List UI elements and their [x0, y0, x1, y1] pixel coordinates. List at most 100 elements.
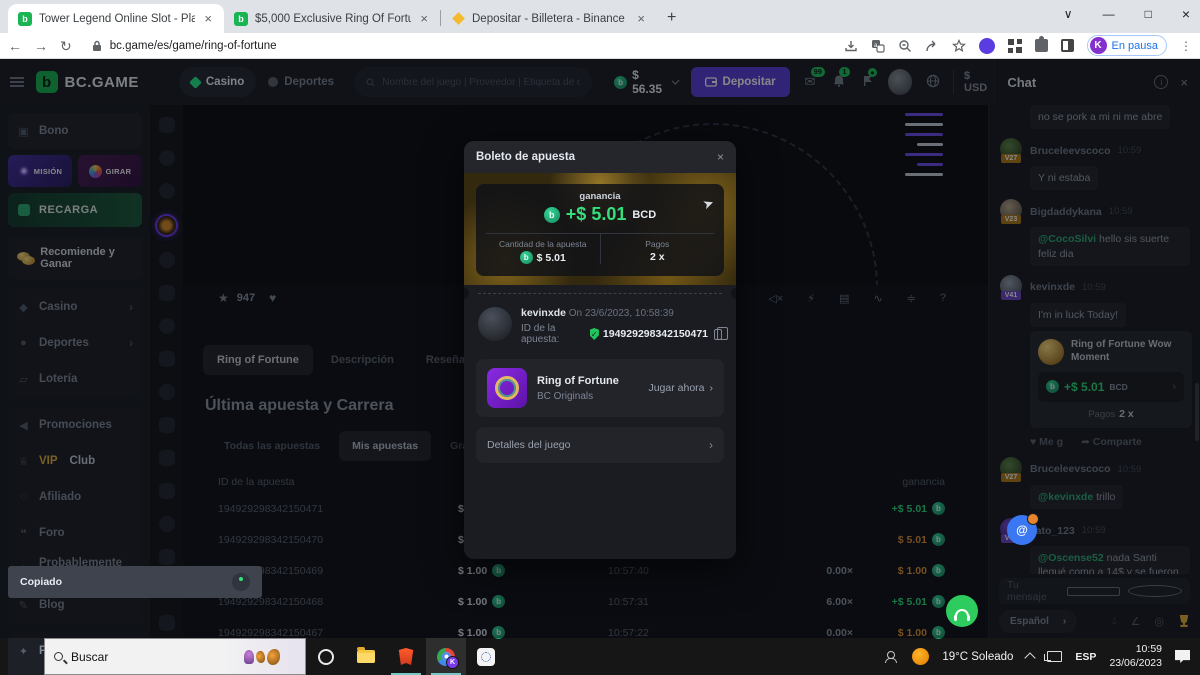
- rules-icon[interactable]: ∠: [1131, 615, 1141, 628]
- sidebar-item-loteria[interactable]: ▱ Lotería: [8, 361, 142, 397]
- user-avatar[interactable]: [888, 69, 912, 95]
- taskbar-app-cortana[interactable]: [306, 638, 346, 675]
- taskbar-search[interactable]: Buscar: [44, 638, 306, 675]
- translate-icon[interactable]: a: [871, 39, 885, 53]
- rail-game-icon[interactable]: [159, 450, 175, 466]
- sidebar-item-foro[interactable]: ❝ Foro: [8, 515, 142, 551]
- taskbar-app-brave[interactable]: [386, 638, 426, 675]
- rail-game-icon[interactable]: [159, 615, 175, 631]
- browser-tab-3[interactable]: Depositar - Billetera - Binance ×: [441, 4, 657, 33]
- game-search-input[interactable]: Nombre del juego | Proveedor | Etiqueta …: [354, 67, 592, 97]
- browser-tab-2[interactable]: $5,000 Exclusive Ring Of Fortune ×: [224, 4, 440, 33]
- maximize-button[interactable]: □: [1145, 7, 1152, 21]
- rail-game-icon[interactable]: [159, 384, 175, 400]
- hamburger-menu-icon[interactable]: [10, 77, 24, 87]
- game-details-row[interactable]: Detalles del juego ›: [476, 427, 724, 463]
- qr-extension-icon[interactable]: [1008, 39, 1022, 53]
- table-row[interactable]: 194929298342150468 $ 1.00b 10:57:31 6.00…: [183, 586, 988, 617]
- weather-sun-icon[interactable]: [912, 648, 929, 665]
- spin-button[interactable]: GIRAR: [78, 155, 142, 187]
- play-now-link[interactable]: Jugar ahora ›: [648, 382, 713, 394]
- tab-close-icon[interactable]: ×: [418, 11, 430, 26]
- tab-close-icon[interactable]: ×: [635, 11, 647, 26]
- fiat-currency-label[interactable]: $ USD: [953, 70, 994, 94]
- language-globe-icon[interactable]: [924, 74, 941, 91]
- rail-game-icon[interactable]: [159, 117, 175, 133]
- rail-game-icon[interactable]: [159, 516, 175, 532]
- close-window-button[interactable]: ×: [1182, 6, 1190, 22]
- action-center-icon[interactable]: [1175, 650, 1190, 663]
- table-row[interactable]: 194929298342150469 $ 1.00b 10:57:40 0.00…: [183, 555, 988, 586]
- refer-and-earn-button[interactable]: Recomiende y Ganar: [8, 237, 142, 279]
- tray-expand-icon[interactable]: [1025, 652, 1036, 663]
- rail-game-icon[interactable]: [159, 318, 175, 334]
- search-highlight-butterfly[interactable]: [219, 639, 305, 674]
- chat-messages[interactable]: no se pork a mi ni me abre V27 Bruceleev…: [989, 105, 1200, 574]
- quests-icon[interactable]: ●: [859, 75, 876, 90]
- taskbar-app-tool[interactable]: [466, 638, 506, 675]
- scroll-to-bottom-button[interactable]: @: [1007, 515, 1037, 545]
- rail-game-icon[interactable]: [159, 183, 175, 199]
- rain-icon[interactable]: 💧︎: [1112, 615, 1116, 628]
- keyboard-language[interactable]: ESP: [1075, 651, 1096, 663]
- rail-game-icon[interactable]: [159, 252, 175, 268]
- rail-game-icon[interactable]: [159, 351, 175, 367]
- rail-game-icon[interactable]: [159, 417, 175, 433]
- browser-profile-chip[interactable]: K En pausa: [1087, 35, 1167, 56]
- emoji-icon[interactable]: [1128, 585, 1182, 597]
- rail-game-icon-ring-of-fortune-active[interactable]: [157, 216, 176, 235]
- forward-button[interactable]: →: [34, 39, 48, 53]
- deposit-button[interactable]: Depositar: [691, 67, 790, 97]
- people-icon[interactable]: [885, 651, 899, 663]
- bookmark-star-icon[interactable]: [952, 39, 966, 53]
- shared-win-card[interactable]: Ring of Fortune Wow Moment b +$ 5.01 BCD…: [1030, 331, 1192, 428]
- browser-menu-icon[interactable]: ⋮: [1180, 39, 1192, 53]
- taskbar-app-chrome[interactable]: [426, 638, 466, 675]
- favorites-star-icon[interactable]: ★: [218, 291, 229, 305]
- tab-mis-apuestas[interactable]: Mis apuestas: [339, 431, 431, 461]
- chat-message-input[interactable]: Tu mensaje: [999, 578, 1190, 604]
- leaderboard-icon[interactable]: ≑: [907, 292, 916, 305]
- nav-deportes[interactable]: Deportes: [256, 67, 346, 97]
- rail-game-icon[interactable]: [159, 285, 175, 301]
- messages-icon[interactable]: ✉99: [802, 74, 819, 90]
- share-button[interactable]: ➦ Comparte: [1081, 436, 1142, 448]
- coin-drop-icon[interactable]: ◎: [1154, 615, 1164, 628]
- sidebar-item-deportes[interactable]: ● Deportes ›: [8, 325, 142, 361]
- taskbar-app-explorer[interactable]: [346, 638, 386, 675]
- balance-dropdown[interactable]: b $ 56.35: [614, 68, 678, 96]
- rail-game-icon[interactable]: [159, 483, 175, 499]
- new-tab-button[interactable]: +: [667, 9, 676, 27]
- chat-close-icon[interactable]: ×: [1180, 75, 1188, 90]
- network-icon[interactable]: [1047, 651, 1062, 662]
- live-stats-icon[interactable]: ∿: [873, 292, 882, 305]
- like-button[interactable]: ♥ Me g: [1030, 436, 1063, 448]
- sidebar-item-vip-club[interactable]: ♕ VIP Club: [8, 443, 142, 479]
- sidebar-item-promociones[interactable]: ◀ Promociones: [8, 407, 142, 443]
- trophy-icon[interactable]: [1178, 615, 1190, 627]
- copy-icon[interactable]: [714, 329, 722, 340]
- rail-game-icon[interactable]: [159, 150, 175, 166]
- extensions-puzzle-icon[interactable]: [1035, 39, 1048, 52]
- game-card[interactable]: Ring of Fortune BC Originals Jugar ahora…: [476, 359, 724, 417]
- side-panel-icon[interactable]: [1061, 39, 1074, 52]
- recharge-button[interactable]: RECARGA: [8, 193, 142, 227]
- back-button[interactable]: ←: [8, 39, 22, 53]
- chat-scrollbar[interactable]: [1195, 383, 1199, 441]
- address-bar[interactable]: bc.game/es/game/ring-of-fortune: [84, 40, 832, 52]
- sidebar-item-afiliado[interactable]: ◌ Afiliado: [8, 479, 142, 515]
- share-icon[interactable]: [925, 39, 939, 53]
- mission-button[interactable]: MISIÓN: [8, 155, 72, 187]
- gif-keyboard-icon[interactable]: [1067, 587, 1121, 596]
- mention[interactable]: @Oscense52: [1038, 552, 1104, 564]
- help-icon[interactable]: ?: [940, 292, 946, 305]
- minimize-button[interactable]: —: [1103, 7, 1115, 21]
- save-icon[interactable]: [844, 39, 858, 53]
- modal-close-icon[interactable]: ×: [717, 150, 724, 164]
- tab-todas-las-apuestas[interactable]: Todas las apuestas: [211, 431, 333, 461]
- reload-button[interactable]: ↻: [60, 39, 72, 53]
- rail-game-icon[interactable]: [159, 549, 175, 565]
- chat-info-icon[interactable]: i: [1154, 75, 1168, 89]
- notifications-bell-icon[interactable]: 1: [830, 74, 847, 90]
- chat-language-selector[interactable]: Español ›: [999, 610, 1077, 633]
